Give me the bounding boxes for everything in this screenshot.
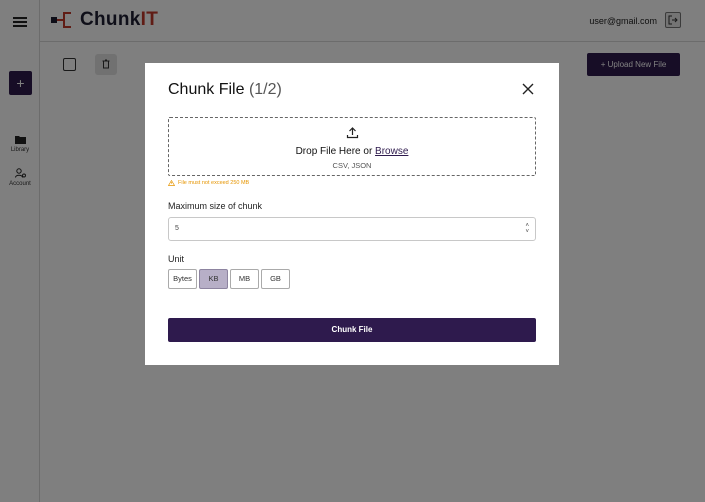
unit-option-gb[interactable]: GB	[261, 269, 290, 289]
upload-icon	[346, 127, 359, 139]
file-size-warning: File must not exceed 250 MB	[168, 180, 249, 186]
file-dropzone[interactable]: Drop File Here or Browse CSV, JSON	[168, 117, 536, 176]
unit-option-bytes[interactable]: Bytes	[168, 269, 197, 289]
chunk-file-dialog: Chunk File (1/2) Drop File Here or Brows…	[145, 63, 559, 365]
dropzone-text: Drop File Here or Browse	[295, 146, 409, 157]
chunk-file-button[interactable]: Chunk File	[168, 318, 536, 342]
chunk-size-label: Maximum size of chunk	[168, 201, 263, 211]
unit-label: Unit	[168, 254, 185, 264]
warning-icon	[168, 180, 175, 186]
step-indicator: (1/2)	[248, 81, 282, 98]
unit-selector: Bytes KB MB GB	[168, 269, 290, 289]
chunk-size-input[interactable]: 5 ˄ ˅	[168, 217, 536, 241]
accepted-formats: CSV, JSON	[332, 161, 372, 170]
close-icon[interactable]	[522, 83, 534, 95]
dialog-title: Chunk File (1/2)	[168, 81, 282, 98]
unit-option-mb[interactable]: MB	[230, 269, 259, 289]
unit-option-kb[interactable]: KB	[199, 269, 228, 289]
browse-link[interactable]: Browse	[375, 146, 408, 157]
number-stepper[interactable]: ˄ ˅	[525, 223, 529, 235]
